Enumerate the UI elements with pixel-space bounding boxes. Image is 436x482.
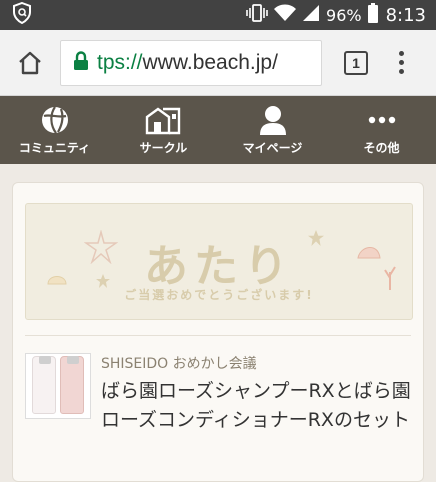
circle-houses-icon bbox=[145, 107, 180, 134]
community-ball-icon bbox=[41, 105, 68, 134]
site-nav: コミュニティ サークル マイページ その他 bbox=[0, 96, 436, 164]
home-icon bbox=[19, 51, 41, 74]
status-bar: 96% 8:13 bbox=[0, 0, 436, 30]
person-icon bbox=[259, 105, 286, 135]
nav-item-community[interactable]: コミュニティ bbox=[0, 96, 109, 164]
security-shield-icon bbox=[12, 1, 32, 28]
lock-icon bbox=[73, 50, 89, 75]
product-brand: SHISEIDO おめかし会議 bbox=[101, 356, 257, 372]
nav-label: マイページ bbox=[242, 140, 303, 155]
prize-item[interactable]: SHISEIDO おめかし会議 ばら園ローズシャンプーRXとばら園ローズコンディ… bbox=[25, 353, 415, 435]
nav-item-mypage[interactable]: マイページ bbox=[218, 96, 327, 164]
result-card: あたり ご当選おめでとうございます! SHISEIDO おめかし会議 ばら園ロー… bbox=[12, 182, 424, 482]
nav-label: その他 bbox=[363, 140, 400, 155]
nav-item-other[interactable]: その他 bbox=[327, 96, 436, 164]
overflow-menu-button[interactable] bbox=[396, 51, 406, 74]
conditioner-bottle-image bbox=[60, 356, 84, 414]
more-dots-icon bbox=[368, 116, 395, 123]
vibrate-icon bbox=[246, 3, 268, 27]
url-host: www.beach.jp/ bbox=[142, 50, 278, 74]
clock: 8:13 bbox=[385, 4, 426, 26]
battery-percent: 96% bbox=[326, 5, 362, 25]
product-title[interactable]: ばら園ローズシャンプーRXとばら園ローズコンディショナーRXのセット bbox=[101, 377, 415, 435]
wifi-icon bbox=[274, 4, 297, 27]
divider bbox=[25, 335, 411, 336]
nav-item-circle[interactable]: サークル bbox=[109, 96, 218, 164]
url-text: tps://www.beach.jp/ bbox=[97, 51, 278, 75]
nav-label: コミュニティ bbox=[18, 140, 91, 155]
product-info: SHISEIDO おめかし会議 ばら園ローズシャンプーRXとばら園ローズコンディ… bbox=[101, 353, 415, 435]
battery-icon bbox=[367, 2, 378, 28]
url-scheme: tps:// bbox=[97, 50, 143, 74]
home-button[interactable] bbox=[14, 47, 46, 79]
tab-switcher-button[interactable]: 1 bbox=[344, 50, 368, 75]
url-bar[interactable]: tps://www.beach.jp/ bbox=[60, 39, 322, 86]
nav-label: サークル bbox=[139, 140, 188, 155]
banner-title: あたり bbox=[144, 241, 294, 292]
product-thumbnail[interactable] bbox=[25, 353, 91, 419]
browser-toolbar: tps://www.beach.jp/ 1 bbox=[0, 30, 436, 96]
winner-banner: あたり ご当選おめでとうございます! bbox=[25, 203, 413, 320]
shampoo-bottle-image bbox=[32, 356, 56, 414]
banner-subtitle: ご当選おめでとうございます! bbox=[124, 288, 314, 302]
signal-icon bbox=[302, 4, 320, 27]
